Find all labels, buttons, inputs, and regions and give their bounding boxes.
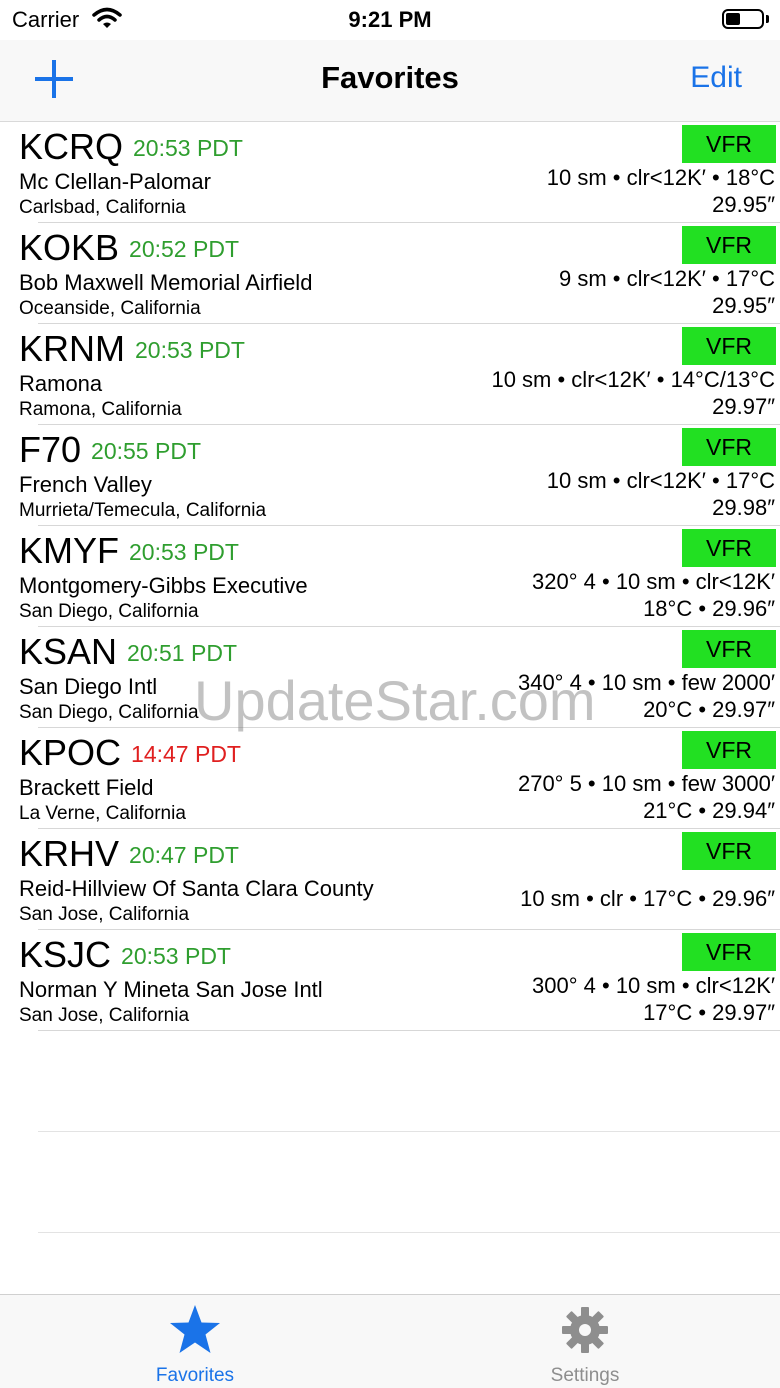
airport-ident: F70 [19,429,82,470]
status-time: 9:21 PM [348,7,432,32]
airport-ident-line: KMYF 20:53 PDT [19,531,239,572]
star-icon [168,1303,222,1357]
airport-ident-line: KSAN 20:51 PDT [19,632,237,673]
weather-line-1: 340° 4 • 10 sm • few 2000′ [517,670,775,695]
tab-settings[interactable]: Settings [390,1295,780,1388]
status-bar: Carrier 9:21 PM [0,0,780,40]
airport-city: La Verne, California [19,803,186,824]
airport-ident-line: F70 20:55 PDT [19,430,201,471]
airport-city: Murrieta/Temecula, California [19,500,267,521]
flight-rule-badge: VFR [682,630,776,668]
observation-time: 20:47 PDT [129,842,239,868]
flight-rule-badge: VFR [682,529,776,567]
observation-time: 20:53 PDT [129,539,239,565]
weather-line-1: 10 sm • clr<12K′ • 14°C/13°C [491,367,775,392]
edit-button[interactable]: Edit [690,61,742,95]
weather-line-1: 10 sm • clr<12K′ • 17°C [546,468,775,493]
airport-row[interactable]: KRNM 20:53 PDT Ramona Ramona, California … [19,324,780,425]
airport-city: San Diego, California [19,601,199,622]
observation-time: 14:47 PDT [131,741,241,767]
flight-rule-badge: VFR [682,125,776,163]
weather-line-2: 18°C • 29.96″ [643,596,775,621]
airport-ident: KCRQ [19,126,124,167]
battery-tip [766,15,769,23]
observation-time: 20:53 PDT [121,943,231,969]
favorites-list: KCRQ 20:53 PDT Mc Clellan-Palomar Carlsba… [0,122,780,1031]
battery-icon [722,9,764,29]
flight-rule-badge: VFR [682,226,776,264]
observation-time: 20:55 PDT [91,438,201,464]
weather-line-2: 29.95″ [712,293,775,318]
airport-row[interactable]: F70 20:55 PDT French Valley Murrieta/Teme… [19,425,780,526]
airport-name: Montgomery-Gibbs Executive [19,573,308,598]
weather-line-2: 29.98″ [712,495,775,520]
airport-name: San Diego Intl [19,674,158,699]
flight-rule-badge: VFR [682,832,776,870]
airport-ident-line: KCRQ 20:53 PDT [19,127,243,168]
airport-ident: KSJC [19,934,112,975]
airport-city: San Jose, California [19,904,190,925]
weather-line-2: 20°C • 29.97″ [643,697,775,722]
airport-name: Brackett Field [19,775,154,800]
weather-line-2: 21°C • 29.94″ [643,798,775,823]
airport-ident-line: KPOC 14:47 PDT [19,733,241,774]
airport-ident: KPOC [19,732,122,773]
observation-time: 20:53 PDT [135,337,245,363]
airport-row[interactable]: KSAN 20:51 PDT San Diego Intl San Diego, … [19,627,780,728]
airport-ident: KSAN [19,631,118,672]
weather-line-2: 17°C • 29.97″ [643,1000,775,1025]
airport-city: Oceanside, California [19,298,201,319]
airport-ident: KRNM [19,328,125,369]
airport-name: Ramona [19,371,103,396]
airport-ident-line: KRHV 20:47 PDT [19,834,239,875]
airport-row[interactable]: KCRQ 20:53 PDT Mc Clellan-Palomar Carlsba… [19,122,780,223]
page-title: Favorites [321,60,459,95]
weather-line-1: 270° 5 • 10 sm • few 3000′ [517,771,775,796]
airport-name: French Valley [19,472,152,497]
weather-line-2: 29.95″ [712,192,775,217]
flight-rule-badge: VFR [682,731,776,769]
airport-ident-line: KRNM 20:53 PDT [19,329,245,370]
airport-ident-line: KOKB 20:52 PDT [19,228,239,269]
observation-time: 20:52 PDT [129,236,239,262]
tab-favorites-label: Favorites [155,1365,235,1386]
airport-city: San Jose, California [19,1005,190,1026]
airport-name: Norman Y Mineta San Jose Intl [19,977,323,1002]
empty-row-separator [38,1131,780,1132]
flight-rule-badge: VFR [682,933,776,971]
tab-bar: Favorites Settings [0,1294,780,1388]
airport-row[interactable]: KOKB 20:52 PDT Bob Maxwell Memorial Airfi… [19,223,780,324]
observation-time: 20:51 PDT [127,640,237,666]
airport-row[interactable]: KMYF 20:53 PDT Montgomery-Gibbs Executive… [19,526,780,627]
navigation-bar: Favorites Edit [0,40,780,122]
airport-name: Reid-Hillview Of Santa Clara County [19,876,374,901]
weather-line-1: 9 sm • clr<12K′ • 17°C [558,266,775,291]
weather-line-1: 300° 4 • 10 sm • clr<12K′ [532,973,775,998]
airport-ident: KOKB [19,227,120,268]
airport-city: Carlsbad, California [19,197,186,218]
airport-ident: KMYF [19,530,120,571]
flight-rule-badge: VFR [682,428,776,466]
airport-name: Mc Clellan-Palomar [19,169,211,194]
weather-line-1: 320° 4 • 10 sm • clr<12K′ [532,569,775,594]
empty-row-separator [38,1232,780,1233]
flight-rule-badge: VFR [682,327,776,365]
airport-row[interactable]: KSJC 20:53 PDT Norman Y Mineta San Jose I… [19,930,780,1031]
airport-row[interactable]: KPOC 14:47 PDT Brackett Field La Verne, C… [19,728,780,829]
gear-icon [558,1303,612,1357]
tab-settings-label: Settings [550,1365,620,1386]
airport-city: Ramona, California [19,399,182,420]
weather-summary: 10 sm • clr • 17°C • 29.96″ [520,886,775,911]
observation-time: 20:53 PDT [133,135,243,161]
airport-row[interactable]: KRHV 20:47 PDT Reid-Hillview Of Santa Cla… [19,829,780,930]
tab-favorites[interactable]: Favorites [0,1295,390,1388]
airport-name: Bob Maxwell Memorial Airfield [19,270,313,295]
weather-line-1: 10 sm • clr<12K′ • 18°C [546,165,775,190]
weather-line-2: 29.97″ [712,394,775,419]
airport-ident: KRHV [19,833,120,874]
airport-ident-line: KSJC 20:53 PDT [19,935,231,976]
airport-city: San Diego, California [19,702,199,723]
